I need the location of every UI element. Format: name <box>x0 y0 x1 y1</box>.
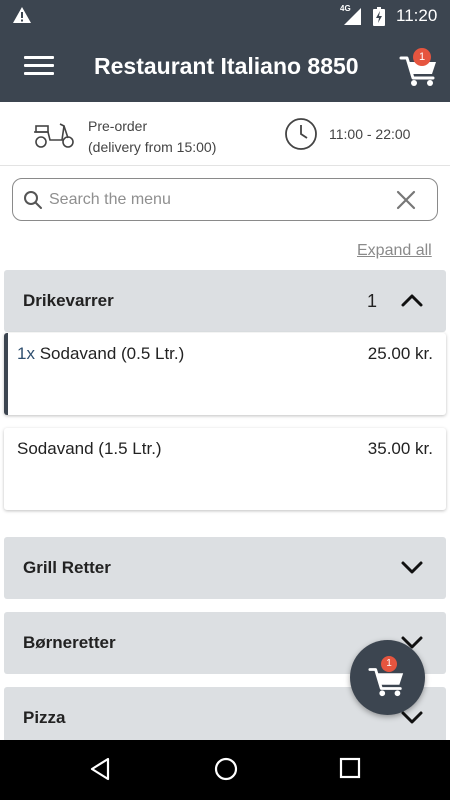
item-quantity: 1x <box>17 344 35 363</box>
cart-button[interactable]: 1 <box>399 48 439 88</box>
category-name: Pizza <box>23 708 66 727</box>
item-title: Sodavand (0.5 Ltr.) <box>39 344 185 363</box>
delivery-info: Pre-order (delivery from 15:00) 11:00 - … <box>0 102 450 166</box>
item-price: 35.00 kr. <box>367 439 433 458</box>
category-name: Drikevarrer <box>23 291 114 310</box>
cart-badge: 1 <box>413 48 431 66</box>
scooter-icon <box>34 123 74 148</box>
opening-hours: 11:00 - 22:00 <box>329 126 411 142</box>
preorder-delivery: (delivery from 15:00) <box>88 139 217 155</box>
category-grill-retter[interactable]: Grill Retter <box>4 537 446 599</box>
search-icon <box>24 191 42 209</box>
signal-icon <box>344 8 361 25</box>
menu-item[interactable]: Sodavand (1.5 Ltr.) 35.00 kr. <box>4 428 446 510</box>
search-box <box>12 178 438 221</box>
recents-icon[interactable] <box>339 757 361 779</box>
category-name: Grill Retter <box>23 558 111 577</box>
preorder-text: Pre-order (delivery from 15:00) <box>88 116 216 158</box>
category-name: Børneretter <box>23 633 116 652</box>
menu-item[interactable]: 1x Sodavand (0.5 Ltr.) 25.00 kr. <box>4 333 446 415</box>
battery-charging-icon <box>373 7 385 26</box>
clear-icon[interactable] <box>395 189 417 211</box>
cart-badge: 1 <box>381 656 397 672</box>
category-count: 1 <box>367 291 378 311</box>
item-price: 25.00 kr. <box>367 344 433 363</box>
status-bar: 4G 11:20 <box>0 0 450 32</box>
floating-cart-button[interactable]: 1 <box>350 640 425 715</box>
chevron-down-icon <box>401 561 423 574</box>
menu-icon[interactable] <box>24 56 54 78</box>
back-icon[interactable] <box>88 756 112 782</box>
expand-all-link[interactable]: Expand all <box>357 242 432 260</box>
warning-icon <box>13 7 31 23</box>
category-drikevarrer[interactable]: Drikevarrer 1 <box>4 270 446 332</box>
item-title: Sodavand (1.5 Ltr.) <box>17 439 162 458</box>
chevron-up-icon <box>401 294 423 307</box>
clock-time: 11:20 <box>396 6 438 25</box>
app-bar: Restaurant Italiano 8850 1 <box>0 32 450 102</box>
clock-icon <box>285 118 317 150</box>
system-nav-bar <box>0 740 450 800</box>
page-title: Restaurant Italiano 8850 <box>94 53 359 79</box>
home-icon[interactable] <box>213 756 239 782</box>
item-name: 1x Sodavand (0.5 Ltr.) <box>17 344 184 364</box>
search-input[interactable] <box>49 187 379 213</box>
preorder-label: Pre-order <box>88 118 148 134</box>
